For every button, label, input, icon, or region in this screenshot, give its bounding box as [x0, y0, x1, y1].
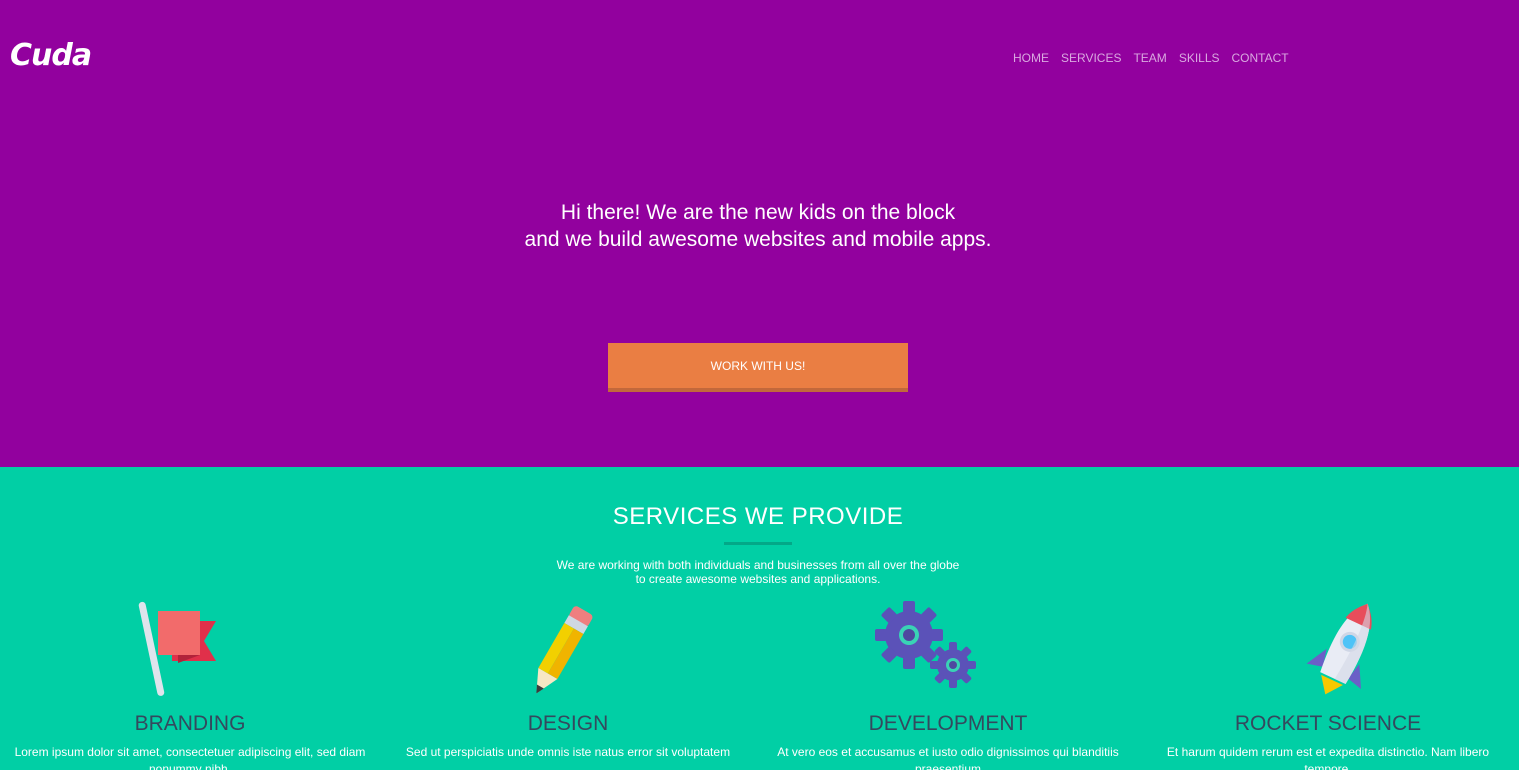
hero-headline: Hi there! We are the new kids on the blo…	[0, 199, 1516, 253]
flag-icon	[138, 601, 216, 696]
nav-home[interactable]: HOME	[1007, 51, 1055, 65]
service-card-branding: BRANDING Lorem ipsum dolor sit amet, con…	[0, 599, 380, 778]
logo[interactable]: Cuda	[10, 38, 92, 73]
nav-services[interactable]: SERVICES	[1055, 51, 1127, 65]
service-title: DESIGN	[527, 712, 609, 735]
services-section: SERVICES WE PROVIDE We are working with …	[0, 467, 1519, 776]
service-text: Et harum quidem rerum est et expedita di…	[1166, 745, 1490, 776]
hero-line-2: and we build awesome websites and mobile…	[524, 228, 992, 251]
gears-icon	[875, 601, 976, 688]
rocket-icon	[1306, 603, 1372, 695]
service-title: BRANDING	[134, 712, 246, 735]
services-title: SERVICES WE PROVIDE	[612, 503, 904, 530]
service-card-development: DEVELOPMENT At vero eos et accusamus et …	[758, 599, 1138, 778]
service-card-rocket-science: ROCKET SCIENCE Et harum quidem rerum est…	[1138, 599, 1518, 778]
hero-section: Cuda HOME SERVICES TEAM SKILLS CONTACT H…	[0, 0, 1519, 467]
service-text: At vero eos et accusamus et iusto odio d…	[777, 745, 1119, 776]
pencil-icon	[536, 606, 593, 694]
services-subtitle: We are working with both individuals and…	[0, 558, 1516, 586]
nav-team[interactable]: TEAM	[1127, 51, 1172, 65]
service-text: Lorem ipsum dolor sit amet, consectetuer…	[14, 745, 366, 776]
nav-contact[interactable]: CONTACT	[1226, 51, 1295, 65]
service-text: Sed ut perspiciatis unde omnis iste natu…	[405, 745, 731, 759]
service-title: ROCKET SCIENCE	[1234, 712, 1422, 735]
hero-line-1: Hi there! We are the new kids on the blo…	[560, 201, 956, 224]
main-nav: HOME SERVICES TEAM SKILLS CONTACT	[1007, 51, 1295, 65]
services-subtitle-line-1: We are working with both individuals and…	[556, 558, 960, 572]
service-card-design: DESIGN Sed ut perspiciatis unde omnis is…	[378, 599, 758, 761]
section-divider	[724, 542, 792, 545]
nav-skills[interactable]: SKILLS	[1173, 51, 1226, 65]
service-title: DEVELOPMENT	[868, 712, 1028, 735]
work-with-us-button[interactable]: WORK WITH US!	[608, 343, 908, 392]
services-subtitle-line-2: to create awesome websites and applicati…	[635, 572, 881, 586]
